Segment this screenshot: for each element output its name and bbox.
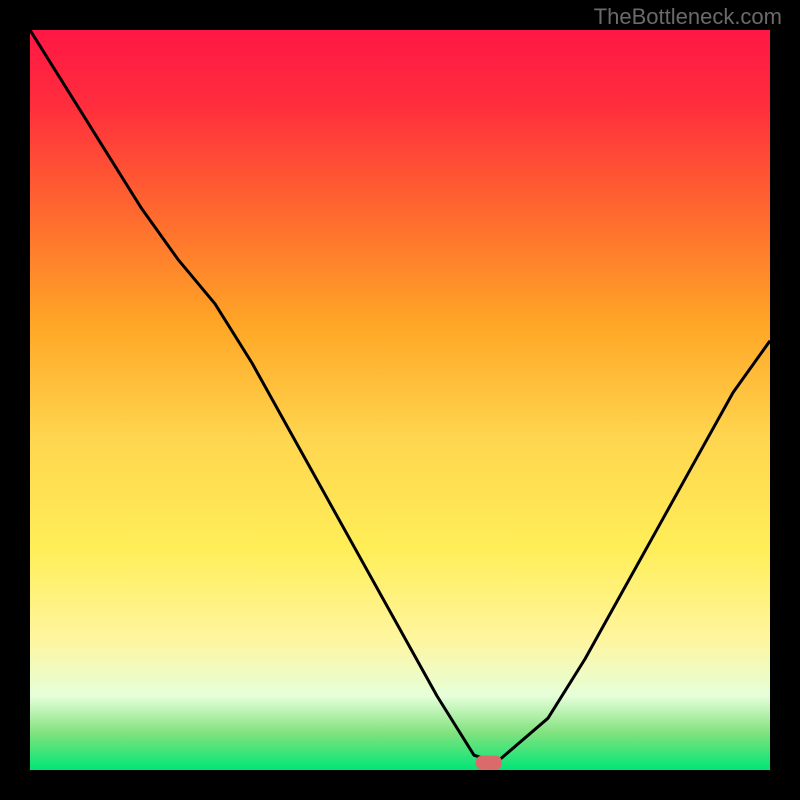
gradient-background <box>30 30 770 770</box>
watermark-text: TheBottleneck.com <box>594 4 782 30</box>
optimal-marker <box>476 756 502 770</box>
bottleneck-chart <box>30 30 770 770</box>
chart-svg <box>30 30 770 770</box>
